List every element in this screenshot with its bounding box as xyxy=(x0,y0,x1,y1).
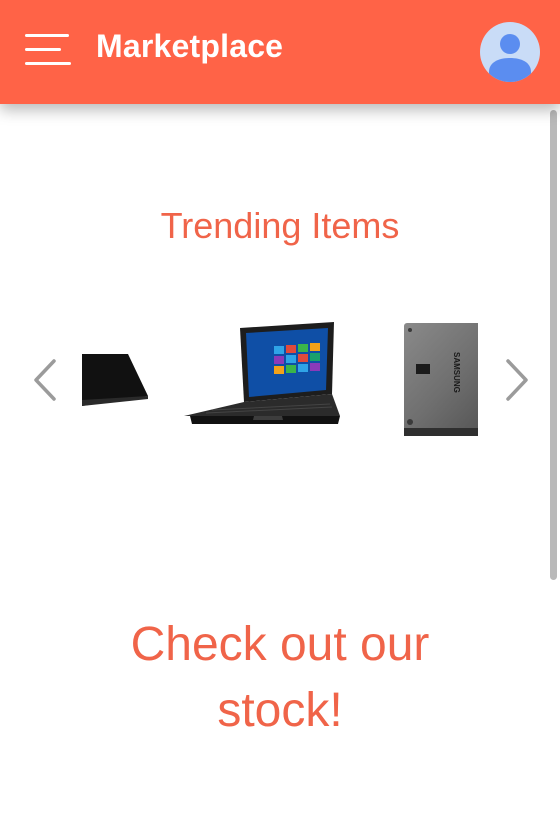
app-title: Marketplace xyxy=(96,28,284,64)
chevron-left-icon[interactable] xyxy=(30,355,64,405)
cta-line-1: Check out our xyxy=(130,618,430,671)
cta-line-2: stock! xyxy=(217,684,343,737)
stock-call-to-action[interactable]: Check out our stock! xyxy=(0,612,560,744)
hamburger-menu-icon[interactable] xyxy=(25,32,71,68)
laptop-image xyxy=(184,322,340,424)
product-laptop[interactable] xyxy=(182,320,342,445)
scrollbar-thumb[interactable] xyxy=(550,110,557,580)
app-bar: Marketplace xyxy=(0,0,560,104)
user-avatar-icon[interactable] xyxy=(480,22,540,82)
product-ssd[interactable]: SAMSUNG xyxy=(370,322,478,447)
trending-heading: Trending Items xyxy=(160,205,400,246)
product-keyboard[interactable] xyxy=(82,348,152,417)
trending-carousel: SAMSUNG xyxy=(30,300,530,470)
ssd-brand-label: SAMSUNG xyxy=(452,352,461,393)
carousel-track: SAMSUNG xyxy=(82,300,478,470)
rgb-keyboard-image xyxy=(82,354,148,406)
chevron-right-icon[interactable] xyxy=(498,355,532,405)
samsung-ssd-image: SAMSUNG xyxy=(404,323,478,436)
